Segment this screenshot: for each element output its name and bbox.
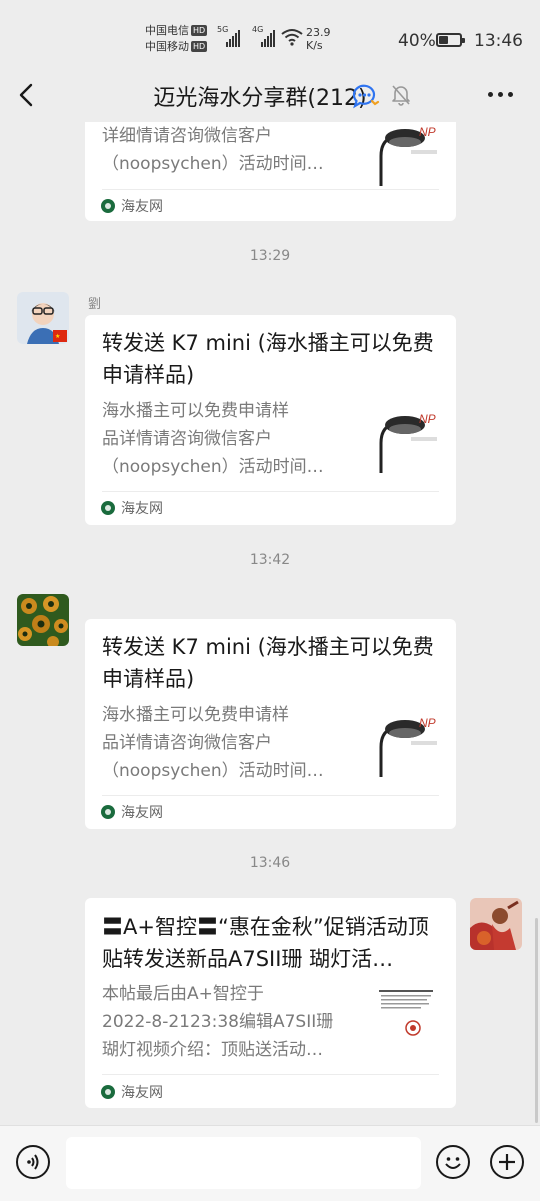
card-description: 海水播主可以免费申请样 品详情请咨询微信客户 （noopsychen）活动时间… <box>102 401 324 477</box>
card-source: 海友网 <box>101 498 163 518</box>
card-description: 海水播主可以免费申请样 品详情请咨询微信客户 （noopsychen）活动时间… <box>102 705 324 781</box>
timestamp: 13:42 <box>249 552 291 568</box>
card-source: 海友网 <box>101 1082 163 1102</box>
chat-bubble-icon <box>352 84 380 109</box>
source-logo-icon <box>101 501 115 515</box>
battery-percent: 40% <box>398 31 436 51</box>
status-bar: 中国电信 HD 中国移动 HD 5G 4G 23.9 K/s 40% 13:46 <box>0 0 540 68</box>
battery-icon <box>436 33 465 47</box>
timestamp: 13:46 <box>249 855 291 871</box>
document-thumbnail <box>373 986 439 1058</box>
message-input[interactable] <box>66 1137 421 1189</box>
more-dots-icon[interactable] <box>488 92 513 97</box>
wifi-icon <box>281 29 303 46</box>
card-source: 海友网 <box>101 802 163 822</box>
voice-icon[interactable] <box>16 1145 50 1179</box>
emoji-icon[interactable] <box>436 1145 470 1179</box>
avatar[interactable] <box>470 898 522 950</box>
chat-header: 迈光海水分享群(212) <box>0 68 540 122</box>
source-logo-icon <box>101 805 115 819</box>
net-speed: 23.9 K/s <box>306 26 331 52</box>
link-card[interactable]: 详细情请咨询微信客户 （noopsychen）活动时间… NP 海友网 <box>85 122 456 221</box>
card-description: 本帖最后由A+智控于 2022-8-2123:38编辑A7SII珊 瑚灯视频介绍… <box>102 984 334 1060</box>
sender-name: 劉 <box>88 297 102 312</box>
plus-icon[interactable] <box>490 1145 524 1179</box>
carrier-info: 中国电信 HD 中国移动 HD <box>145 23 208 55</box>
signal-5g-icon: 5G <box>217 25 240 47</box>
signal-4g-icon: 4G <box>252 25 275 47</box>
source-logo-icon <box>101 199 115 213</box>
card-title: 转发送 K7 mini (海水播主可以免费申请样品) <box>102 331 434 387</box>
card-title: 〓A+智控〓“惠在金秋”促销活动顶贴转发送新品A7SII珊 瑚灯活… <box>102 915 429 971</box>
message-list[interactable]: 详细情请咨询微信客户 （noopsychen）活动时间… NP 海友网 13:2… <box>0 122 540 1125</box>
svg-text:NP: NP <box>419 412 436 426</box>
chat-title[interactable]: 迈光海水分享群(212) <box>153 80 366 112</box>
svg-text:★: ★ <box>55 333 60 340</box>
hd-badge: HD <box>191 41 208 52</box>
scrollbar[interactable] <box>535 918 538 1123</box>
bell-off-icon <box>392 85 410 106</box>
avatar[interactable]: ★ <box>17 292 69 344</box>
card-title: 转发送 K7 mini (海水播主可以免费申请样品) <box>102 635 434 691</box>
product-thumbnail: NP <box>373 122 439 188</box>
card-source: 海友网 <box>101 196 163 216</box>
product-thumbnail: NP <box>373 403 439 475</box>
product-thumbnail: NP <box>373 707 439 779</box>
carrier-2: 中国移动 <box>145 40 189 53</box>
link-card[interactable]: 转发送 K7 mini (海水播主可以免费申请样品) 海水播主可以免费申请样 品… <box>85 315 456 525</box>
status-time: 13:46 <box>474 31 523 51</box>
link-card[interactable]: 转发送 K7 mini (海水播主可以免费申请样品) 海水播主可以免费申请样 品… <box>85 619 456 829</box>
carrier-1: 中国电信 <box>145 24 189 37</box>
svg-text:NP: NP <box>419 125 436 139</box>
input-bar <box>0 1125 540 1201</box>
timestamp: 13:29 <box>249 248 291 264</box>
hd-badge: HD <box>191 25 208 36</box>
source-logo-icon <box>101 1085 115 1099</box>
card-description: 详细情请咨询微信客户 （noopsychen）活动时间… <box>102 126 324 174</box>
avatar[interactable] <box>17 594 69 646</box>
svg-text:NP: NP <box>419 716 436 730</box>
link-card[interactable]: 〓A+智控〓“惠在金秋”促销活动顶贴转发送新品A7SII珊 瑚灯活… 本帖最后由… <box>85 898 456 1108</box>
